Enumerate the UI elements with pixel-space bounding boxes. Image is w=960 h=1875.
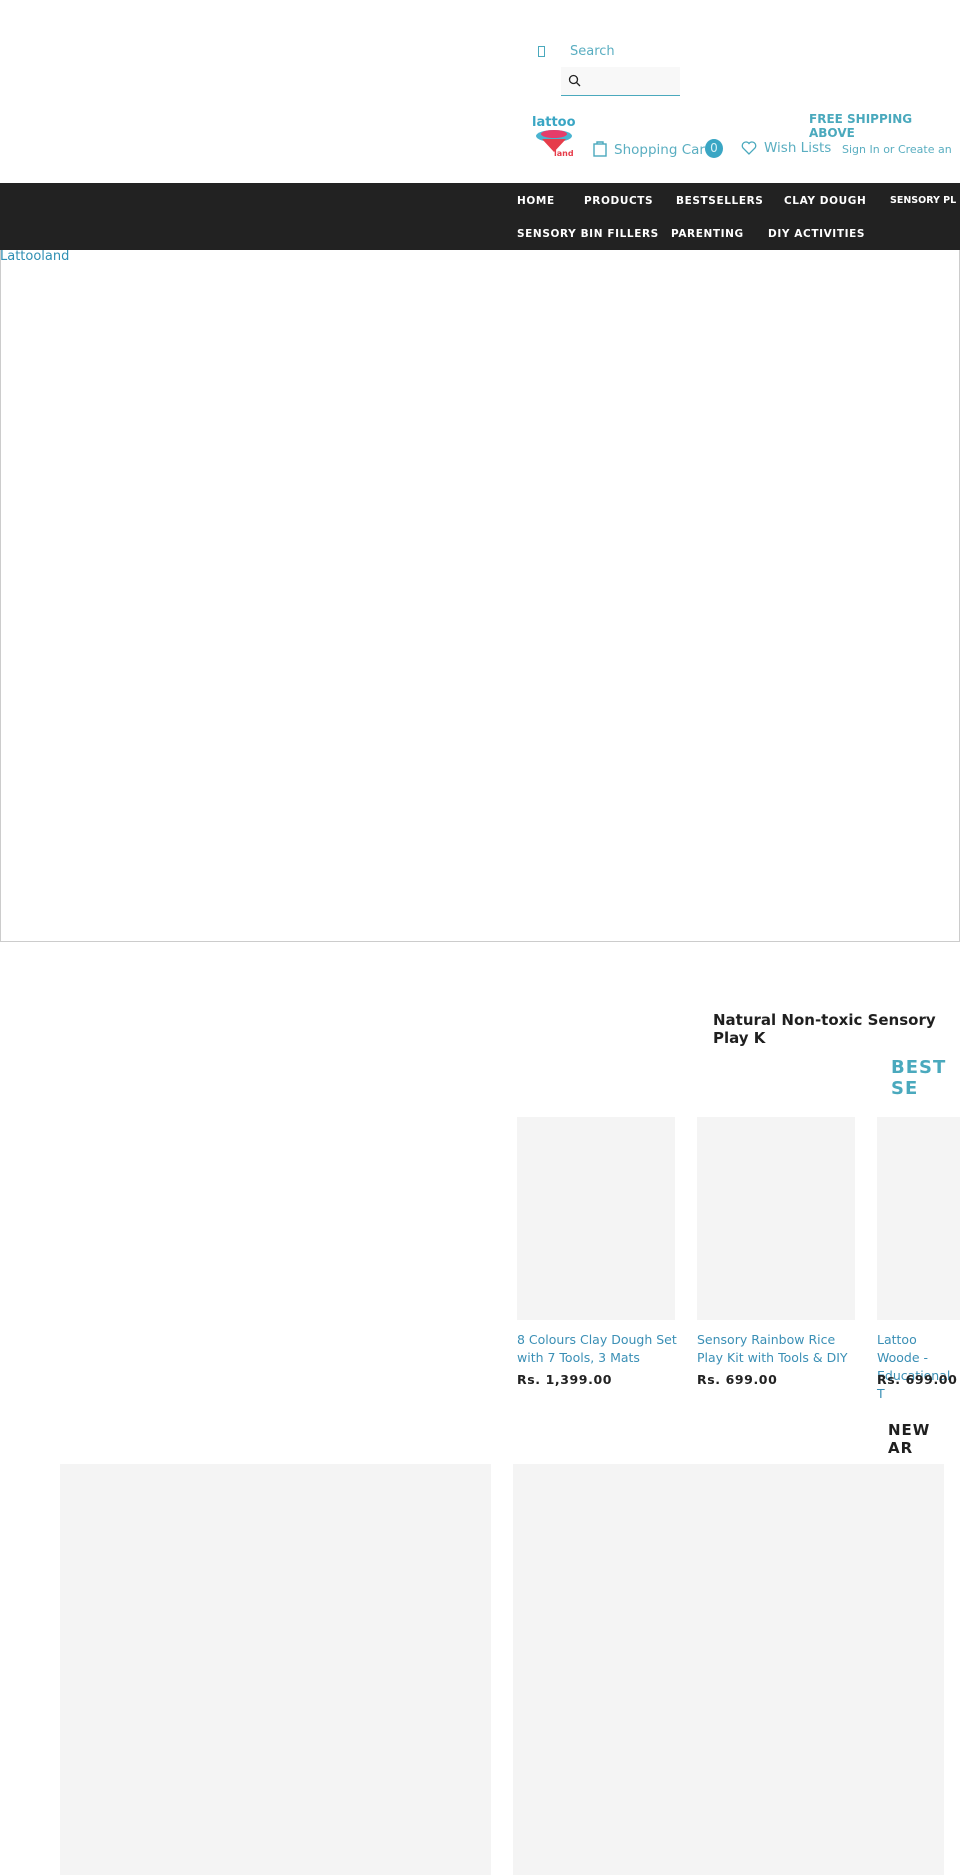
product-title[interactable]: 8 Colours Clay Dough Set with 7 Tools, 3…	[517, 1331, 682, 1367]
logo[interactable]: lattoo land	[530, 112, 580, 158]
product-price: Rs. 699.00	[877, 1372, 958, 1387]
product-title[interactable]: Lattoo Woode - Educational T	[877, 1331, 960, 1403]
product-image[interactable]	[517, 1117, 675, 1320]
shopping-cart-link[interactable]: Shopping Cart	[614, 142, 710, 158]
search-label: Search	[570, 44, 615, 59]
nav-home[interactable]: HOME	[517, 195, 555, 207]
nav-sensory-bin-fillers[interactable]: SENSORY BIN FILLERS	[517, 228, 659, 240]
product-price: Rs. 699.00	[697, 1372, 778, 1387]
nav-parenting[interactable]: PARENTING	[671, 228, 744, 240]
new-arrivals-heading: NEW AR	[888, 1421, 931, 1457]
main-nav: HOME PRODUCTS BESTSELLERS CLAY DOUGH SEN…	[0, 183, 960, 250]
nav-diy-activities[interactable]: DIY ACTIVITIES	[768, 228, 865, 240]
tagline-heading: Natural Non-toxic Sensory Play K	[713, 1011, 936, 1047]
product-image[interactable]	[877, 1117, 960, 1320]
new-arrival-image[interactable]	[513, 1464, 944, 1875]
bestsellers-heading: BEST SE	[891, 1057, 947, 1099]
free-shipping-banner: FREE SHIPPING ABOVE	[809, 112, 913, 140]
svg-text:land: land	[554, 149, 574, 158]
search-icon	[568, 74, 581, 87]
wish-lists-link[interactable]: Wish Lists	[764, 140, 831, 156]
sign-in-link[interactable]: Sign In or Create an	[842, 143, 960, 156]
nav-sensory-play[interactable]: SENSORY PL	[890, 195, 956, 206]
nav-products[interactable]: PRODUCTS	[584, 195, 653, 207]
search-input[interactable]	[561, 67, 680, 96]
heart-icon[interactable]	[741, 140, 757, 159]
product-price: Rs. 1,399.00	[517, 1372, 613, 1387]
svg-text:lattoo: lattoo	[532, 115, 576, 130]
nav-bestsellers[interactable]: BESTSELLERS	[676, 195, 763, 207]
product-image[interactable]	[697, 1117, 855, 1320]
hero-image-link[interactable]: Lattooland	[0, 249, 69, 264]
cart-count-badge: 0	[705, 139, 723, 158]
new-arrival-image[interactable]	[60, 1464, 491, 1875]
nav-clay-dough[interactable]: CLAY DOUGH	[784, 195, 866, 207]
shopping-bag-icon[interactable]	[593, 140, 607, 161]
search-toggle-icon[interactable]	[538, 46, 545, 57]
product-title[interactable]: Sensory Rainbow Rice Play Kit with Tools…	[697, 1331, 862, 1367]
hero-banner[interactable]	[0, 250, 960, 942]
